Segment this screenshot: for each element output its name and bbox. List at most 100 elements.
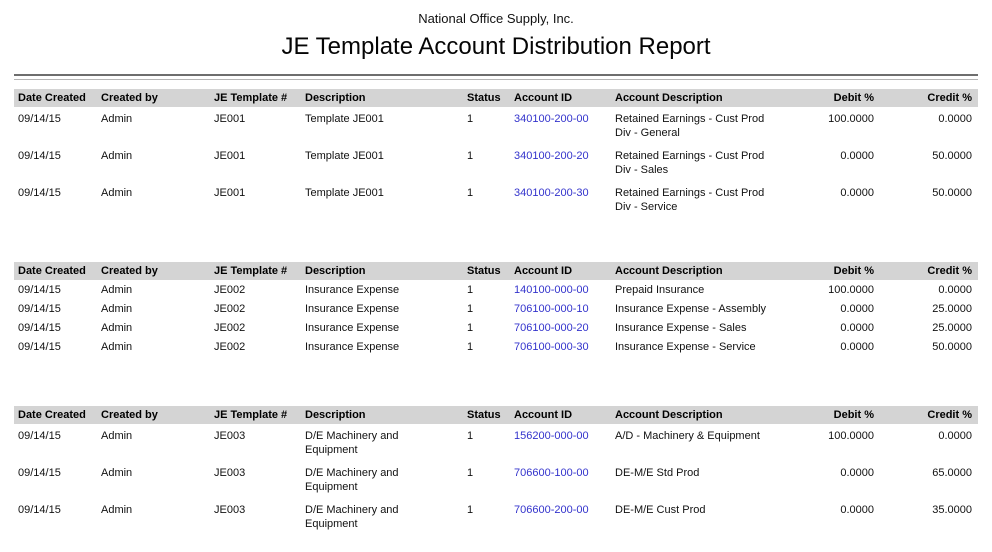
table-header-row: Date CreatedCreated byJE Template #Descr…	[14, 262, 978, 280]
cell-account-id: 706100-000-30	[510, 337, 611, 356]
cell-credit-percent: 25.0000	[880, 318, 978, 337]
cell-debit-percent: 0.0000	[786, 498, 880, 535]
cell-je-template-number: JE001	[210, 181, 301, 218]
table-header-row: Date CreatedCreated byJE Template #Descr…	[14, 89, 978, 107]
cell-date-created: 09/14/15	[14, 107, 97, 144]
cell-debit-percent: 0.0000	[786, 337, 880, 356]
table-row: 09/14/15 Admin JE002 Insurance Expense 1…	[14, 318, 978, 337]
cell-je-template-number: JE002	[210, 299, 301, 318]
column-header: Debit %	[786, 262, 880, 280]
cell-account-description: A/D - Machinery & Equipment	[611, 424, 786, 461]
cell-status: 1	[463, 144, 510, 181]
cell-credit-percent: 50.0000	[880, 181, 978, 218]
account-id-link[interactable]: 340100-200-30	[514, 187, 589, 199]
account-id-link[interactable]: 706600-200-00	[514, 504, 589, 516]
account-id-link[interactable]: 706100-000-30	[514, 341, 589, 353]
column-header: Debit %	[786, 406, 880, 424]
column-header: Account Description	[611, 262, 786, 280]
header-divider	[14, 74, 978, 80]
account-id-link[interactable]: 156200-000-00	[514, 430, 589, 442]
table-row: 09/14/15 Admin JE001 Template JE001 1 34…	[14, 144, 978, 181]
account-id-link[interactable]: 340100-200-00	[514, 113, 589, 125]
cell-debit-percent: 0.0000	[786, 144, 880, 181]
cell-created-by: Admin	[97, 498, 210, 535]
cell-account-description: Retained Earnings - Cust Prod Div - Sale…	[611, 144, 786, 181]
account-id-link[interactable]: 706600-100-00	[514, 467, 589, 479]
cell-status: 1	[463, 181, 510, 218]
cell-account-id: 340100-200-20	[510, 144, 611, 181]
cell-date-created: 09/14/15	[14, 280, 97, 299]
cell-date-created: 09/14/15	[14, 299, 97, 318]
cell-created-by: Admin	[97, 318, 210, 337]
cell-je-template-number: JE002	[210, 337, 301, 356]
table-row: 09/14/15 Admin JE001 Template JE001 1 34…	[14, 181, 978, 218]
account-id-link[interactable]: 706100-000-20	[514, 322, 589, 334]
column-header: Date Created	[14, 262, 97, 280]
cell-je-template-number: JE001	[210, 107, 301, 144]
cell-account-description: DE-M/E Cust Prod	[611, 498, 786, 535]
je-template-table: Date CreatedCreated byJE Template #Descr…	[14, 89, 978, 218]
cell-created-by: Admin	[97, 144, 210, 181]
table-row: 09/14/15 Admin JE003 D/E Machinery and E…	[14, 424, 978, 461]
column-header: Created by	[97, 262, 210, 280]
column-header: Credit %	[880, 406, 978, 424]
je-template-table: Date CreatedCreated byJE Template #Descr…	[14, 406, 978, 535]
cell-status: 1	[463, 337, 510, 356]
cell-account-description: Prepaid Insurance	[611, 280, 786, 299]
cell-debit-percent: 100.0000	[786, 280, 880, 299]
column-header: Account Description	[611, 89, 786, 107]
cell-description: Insurance Expense	[301, 337, 463, 356]
cell-je-template-number: JE003	[210, 461, 301, 498]
cell-description: Insurance Expense	[301, 299, 463, 318]
cell-date-created: 09/14/15	[14, 144, 97, 181]
cell-account-description: Insurance Expense - Service	[611, 337, 786, 356]
cell-account-description: Insurance Expense - Assembly	[611, 299, 786, 318]
cell-description: D/E Machinery and Equipment	[301, 424, 463, 461]
cell-debit-percent: 0.0000	[786, 181, 880, 218]
column-header: Account ID	[510, 262, 611, 280]
column-header: Credit %	[880, 89, 978, 107]
cell-date-created: 09/14/15	[14, 461, 97, 498]
cell-created-by: Admin	[97, 280, 210, 299]
cell-credit-percent: 0.0000	[880, 280, 978, 299]
cell-description: Template JE001	[301, 181, 463, 218]
cell-credit-percent: 50.0000	[880, 337, 978, 356]
cell-status: 1	[463, 280, 510, 299]
column-header: JE Template #	[210, 406, 301, 424]
cell-account-id: 340100-200-00	[510, 107, 611, 144]
cell-credit-percent: 0.0000	[880, 107, 978, 144]
cell-debit-percent: 0.0000	[786, 318, 880, 337]
cell-created-by: Admin	[97, 107, 210, 144]
cell-credit-percent: 25.0000	[880, 299, 978, 318]
report-page: National Office Supply, Inc. JE Template…	[0, 0, 992, 535]
table-row: 09/14/15 Admin JE003 D/E Machinery and E…	[14, 498, 978, 535]
cell-je-template-number: JE003	[210, 424, 301, 461]
cell-status: 1	[463, 299, 510, 318]
column-header: Status	[463, 262, 510, 280]
cell-account-id: 340100-200-30	[510, 181, 611, 218]
cell-date-created: 09/14/15	[14, 318, 97, 337]
cell-status: 1	[463, 461, 510, 498]
cell-status: 1	[463, 318, 510, 337]
cell-credit-percent: 50.0000	[880, 144, 978, 181]
cell-account-description: Retained Earnings - Cust Prod Div - Serv…	[611, 181, 786, 218]
cell-status: 1	[463, 107, 510, 144]
cell-created-by: Admin	[97, 337, 210, 356]
cell-debit-percent: 0.0000	[786, 461, 880, 498]
cell-je-template-number: JE003	[210, 498, 301, 535]
cell-account-id: 706100-000-20	[510, 318, 611, 337]
account-id-link[interactable]: 140100-000-00	[514, 284, 589, 296]
column-header: Credit %	[880, 262, 978, 280]
column-header: Debit %	[786, 89, 880, 107]
cell-debit-percent: 100.0000	[786, 424, 880, 461]
column-header: Status	[463, 89, 510, 107]
cell-account-id: 706600-200-00	[510, 498, 611, 535]
company-name: National Office Supply, Inc.	[14, 0, 978, 26]
column-header: JE Template #	[210, 89, 301, 107]
cell-description: Insurance Expense	[301, 280, 463, 299]
cell-account-id: 706600-100-00	[510, 461, 611, 498]
account-id-link[interactable]: 340100-200-20	[514, 150, 589, 162]
account-id-link[interactable]: 706100-000-10	[514, 303, 589, 315]
cell-date-created: 09/14/15	[14, 181, 97, 218]
cell-description: Insurance Expense	[301, 318, 463, 337]
